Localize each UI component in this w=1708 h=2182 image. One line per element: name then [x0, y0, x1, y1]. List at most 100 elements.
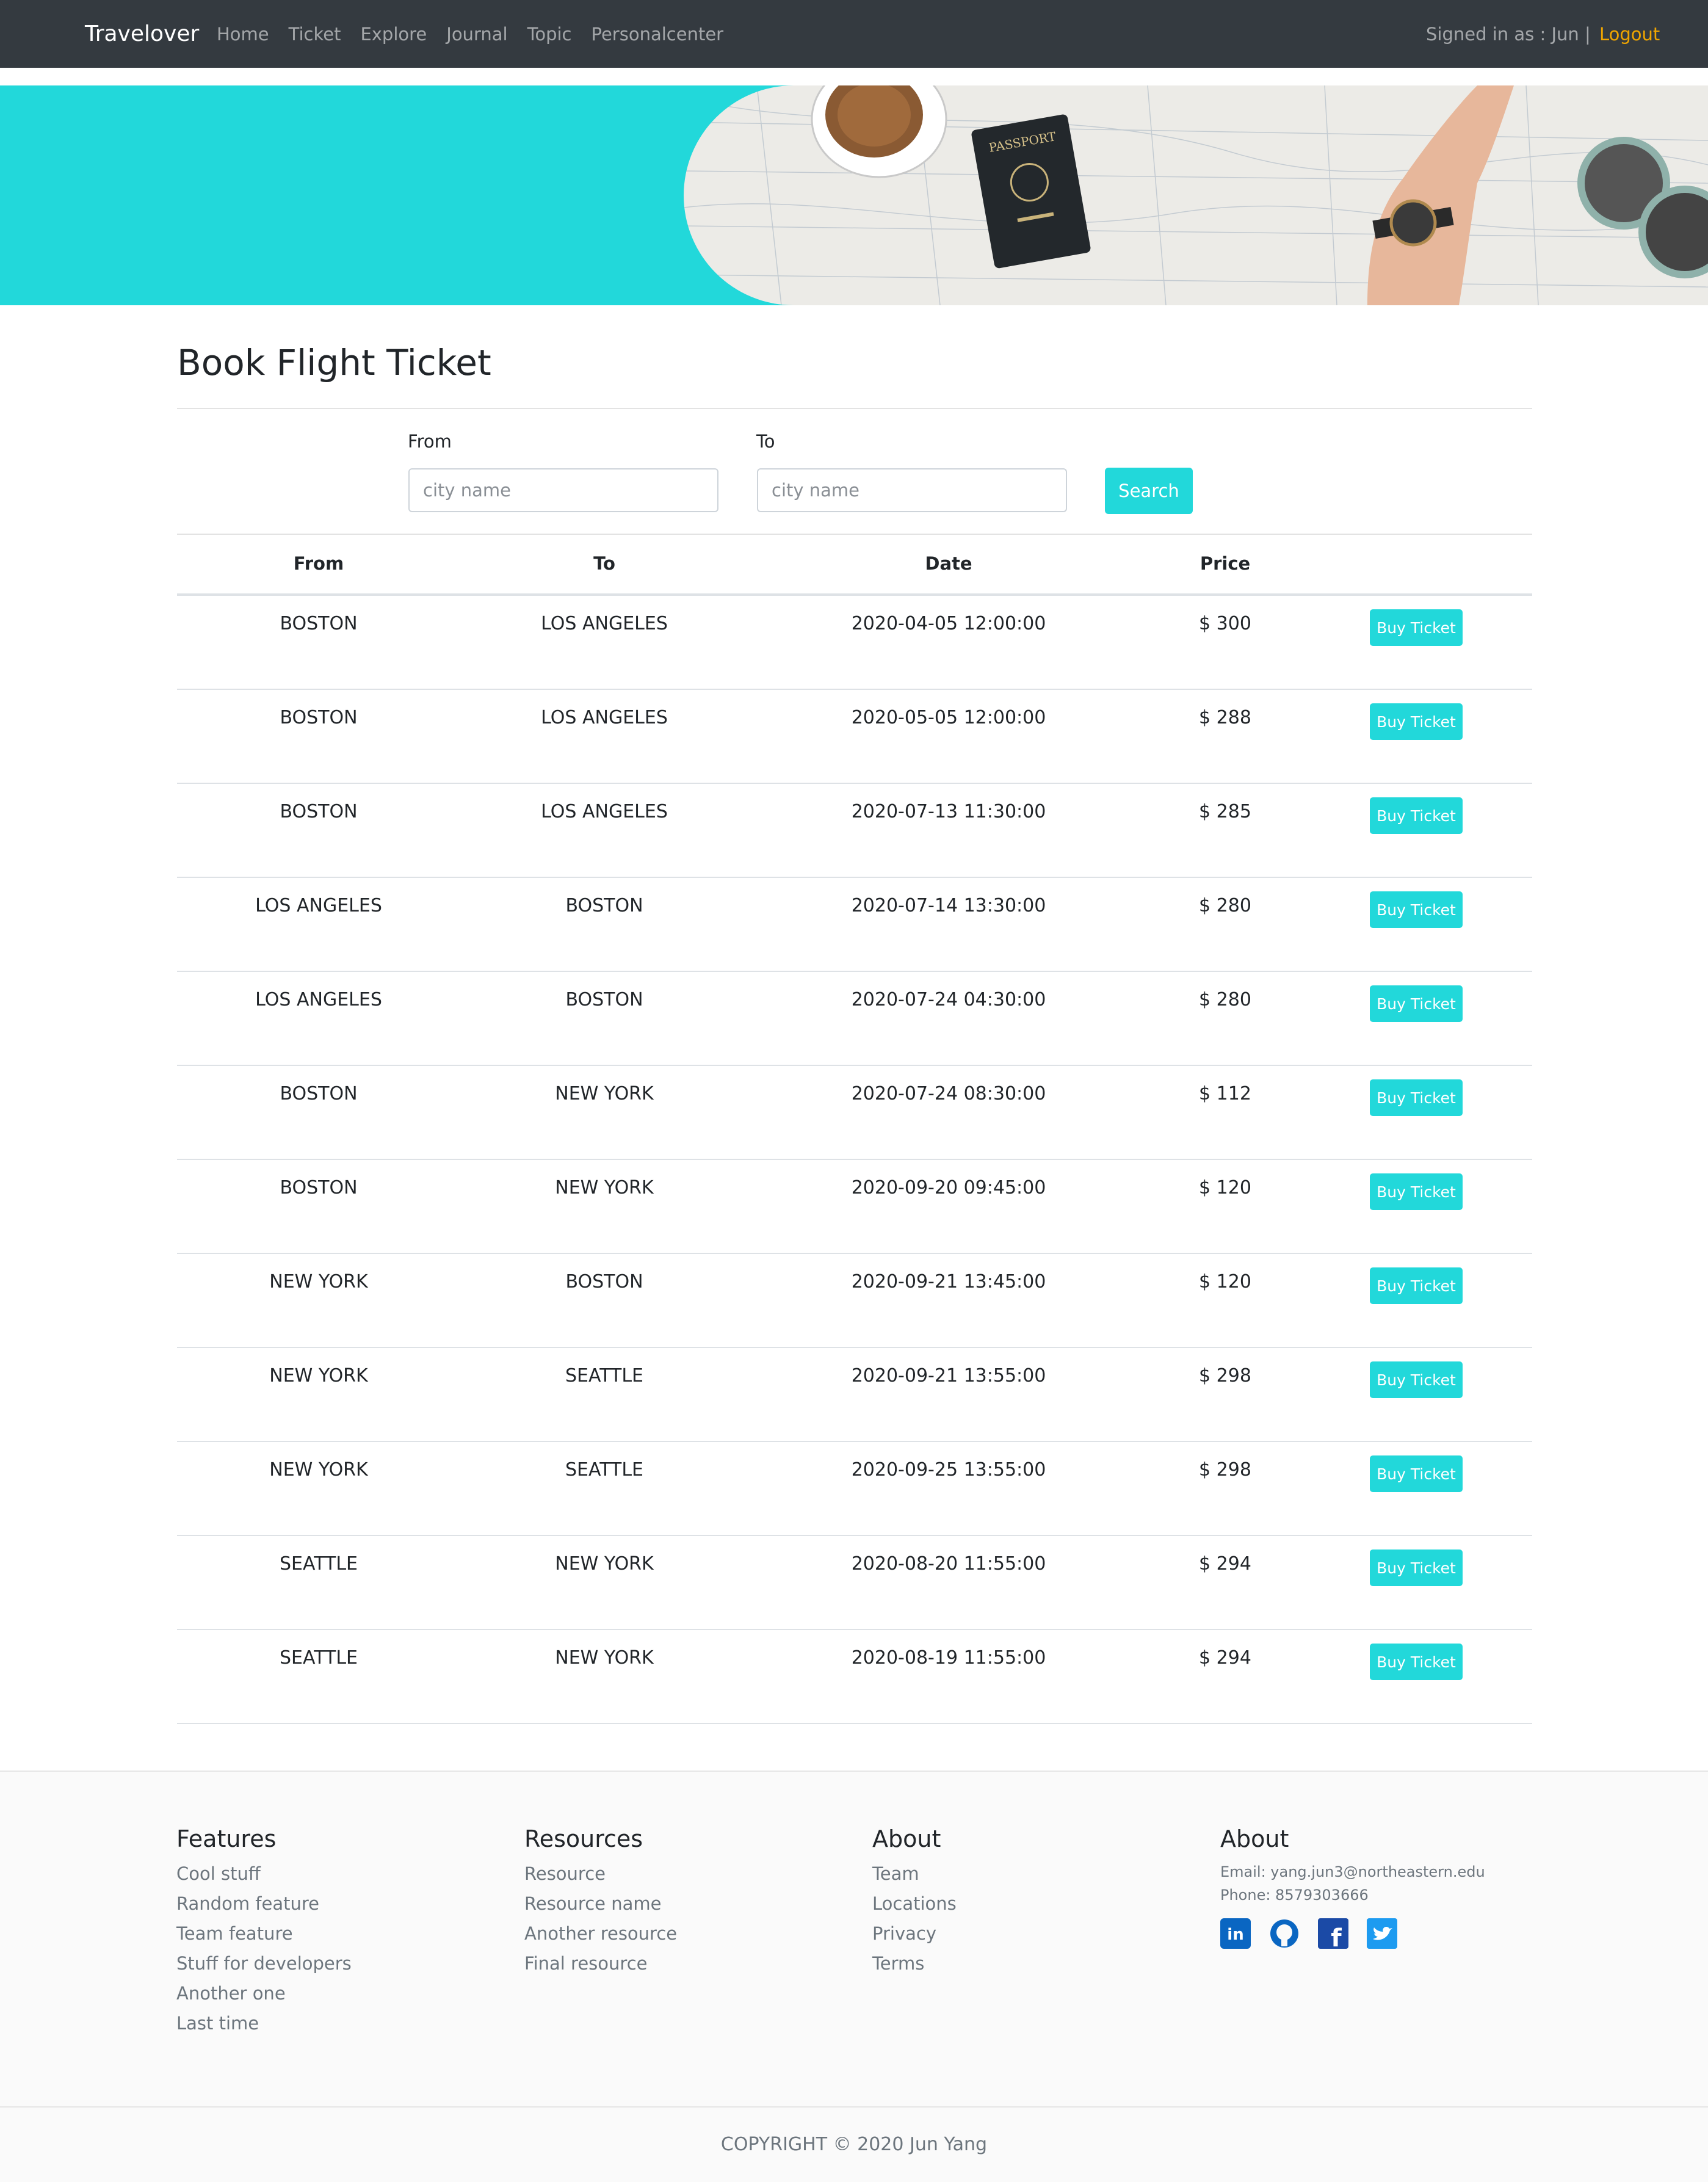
footer-link[interactable]: Resource name — [524, 1893, 677, 1914]
nav-link-ticket[interactable]: Ticket — [289, 24, 341, 45]
footer-link[interactable]: Another one — [176, 1983, 352, 2004]
hand-illustration — [1367, 85, 1514, 305]
nav-link-journal[interactable]: Journal — [446, 24, 507, 45]
cell-to: BOSTON — [565, 1271, 643, 1292]
cell-from: SEATTLE — [280, 1553, 358, 1575]
to-city-input[interactable] — [757, 468, 1067, 512]
header-to: To — [593, 553, 615, 574]
nav-link-topic[interactable]: Topic — [527, 24, 572, 45]
nav-link-personalcenter[interactable]: Personalcenter — [592, 24, 724, 45]
buy-ticket-button[interactable]: Buy Ticket — [1370, 703, 1463, 740]
footer-link[interactable]: Privacy — [872, 1923, 957, 1944]
footer-link[interactable]: Team — [872, 1863, 957, 1884]
table-row: NEW YORK SEATTLE 2020-09-25 13:55:00 $ 298 B… — [177, 1442, 1532, 1536]
to-label: To — [756, 431, 775, 452]
buy-ticket-button[interactable]: Buy Ticket — [1370, 985, 1463, 1022]
buy-ticket-button[interactable]: Buy Ticket — [1370, 1644, 1463, 1680]
hero-banner: PASSPORT — [0, 85, 1708, 305]
buy-ticket-button[interactable]: Buy Ticket — [1370, 1079, 1463, 1116]
flights-table: From To Date Price BOSTON LOS ANGELES 2020… — [177, 535, 1532, 1724]
search-button[interactable]: Search — [1105, 468, 1193, 514]
facebook-icon[interactable]: f — [1318, 1918, 1348, 1952]
footer-features-title: Features — [176, 1825, 277, 1852]
cell-from: BOSTON — [280, 1083, 358, 1104]
cell-to: NEW YORK — [555, 1177, 654, 1198]
top-navbar: Travelover Home Ticket Explore Journal T… — [0, 0, 1708, 68]
banner-travel-image: PASSPORT — [684, 85, 1708, 305]
title-divider — [177, 408, 1532, 409]
footer-link[interactable]: Terms — [872, 1953, 957, 1974]
buy-ticket-button[interactable]: Buy Ticket — [1370, 1455, 1463, 1492]
cell-to: LOS ANGELES — [541, 613, 668, 634]
contact-phone: Phone: 8579303666 — [1220, 1887, 1369, 1904]
buy-ticket-button[interactable]: Buy Ticket — [1370, 1267, 1463, 1304]
cell-to: SEATTLE — [565, 1459, 643, 1481]
cell-price: $ 280 — [1199, 895, 1251, 916]
twitter-icon[interactable] — [1367, 1918, 1397, 1949]
header-date: Date — [925, 553, 972, 574]
table-row: BOSTON LOS ANGELES 2020-04-05 12:00:00 $ 30… — [177, 596, 1532, 690]
nav-link-explore[interactable]: Explore — [360, 24, 427, 45]
nav-link-home[interactable]: Home — [217, 24, 269, 45]
table-row: NEW YORK SEATTLE 2020-09-21 13:55:00 $ 298 B… — [177, 1348, 1532, 1442]
cell-price: $ 280 — [1199, 989, 1251, 1010]
logout-link[interactable]: Logout — [1599, 24, 1660, 45]
brand-logo[interactable]: Travelover — [85, 21, 199, 46]
cell-date: 2020-09-21 13:55:00 — [851, 1365, 1046, 1386]
footer-link[interactable]: Team feature — [176, 1923, 352, 1944]
buy-ticket-button[interactable]: Buy Ticket — [1370, 609, 1463, 646]
passport-illustration: PASSPORT — [971, 114, 1091, 269]
cell-date: 2020-09-20 09:45:00 — [851, 1177, 1046, 1198]
cell-to: BOSTON — [565, 895, 643, 916]
footer-link[interactable]: Random feature — [176, 1893, 352, 1914]
cell-price: $ 300 — [1199, 613, 1251, 634]
header-from: From — [293, 553, 344, 574]
cell-price: $ 120 — [1199, 1177, 1251, 1198]
from-city-input[interactable] — [408, 468, 718, 512]
cell-to: NEW YORK — [555, 1553, 654, 1575]
buy-ticket-button[interactable]: Buy Ticket — [1370, 891, 1463, 928]
nav-links: Home Ticket Explore Journal Topic Person… — [217, 24, 743, 45]
footer-link[interactable]: Resource — [524, 1863, 677, 1884]
table-row: BOSTON NEW YORK 2020-07-24 08:30:00 $ 112 Bu… — [177, 1066, 1532, 1160]
cell-date: 2020-07-14 13:30:00 — [851, 895, 1046, 916]
cell-from: BOSTON — [280, 613, 358, 634]
cell-date: 2020-07-24 04:30:00 — [851, 989, 1046, 1010]
cell-price: $ 294 — [1199, 1647, 1251, 1669]
buy-ticket-button[interactable]: Buy Ticket — [1370, 1550, 1463, 1586]
table-header: From To Date Price — [177, 535, 1532, 596]
cell-date: 2020-07-24 08:30:00 — [851, 1083, 1046, 1104]
footer-link[interactable]: Locations — [872, 1893, 957, 1914]
table-row: BOSTON LOS ANGELES 2020-05-05 12:00:00 $ 28… — [177, 690, 1532, 784]
table-row: SEATTLE NEW YORK 2020-08-20 11:55:00 $ 294 B… — [177, 1536, 1532, 1630]
footer-link[interactable]: Final resource — [524, 1953, 677, 1974]
cell-date: 2020-09-21 13:45:00 — [851, 1271, 1046, 1292]
footer-link[interactable]: Another resource — [524, 1923, 677, 1944]
cell-from: NEW YORK — [269, 1459, 368, 1481]
buy-ticket-button[interactable]: Buy Ticket — [1370, 1361, 1463, 1398]
cell-date: 2020-09-25 13:55:00 — [851, 1459, 1046, 1481]
buy-ticket-button[interactable]: Buy Ticket — [1370, 1173, 1463, 1210]
header-price: Price — [1200, 553, 1251, 574]
footer-link[interactable]: Stuff for developers — [176, 1953, 352, 1974]
buy-ticket-button[interactable]: Buy Ticket — [1370, 797, 1463, 834]
footer-link[interactable]: Cool stuff — [176, 1863, 352, 1884]
footer-about: About Team Locations Privacy Terms — [872, 1825, 957, 1983]
linkedin-icon[interactable]: in — [1220, 1918, 1251, 1949]
cell-from: SEATTLE — [280, 1647, 358, 1669]
cell-from: BOSTON — [280, 707, 358, 728]
cell-to: SEATTLE — [565, 1365, 643, 1386]
contact-email: Email: yang.jun3@northeastern.edu — [1220, 1863, 1485, 1880]
cell-to: NEW YORK — [555, 1083, 654, 1104]
cell-to: LOS ANGELES — [541, 801, 668, 822]
github-icon[interactable] — [1269, 1918, 1300, 1949]
table-row: SEATTLE NEW YORK 2020-08-19 11:55:00 $ 294 B… — [177, 1630, 1532, 1724]
cell-price: $ 288 — [1199, 707, 1251, 728]
from-label: From — [408, 431, 452, 452]
cell-date: 2020-08-20 11:55:00 — [851, 1553, 1046, 1575]
cell-from: BOSTON — [280, 1177, 358, 1198]
cell-date: 2020-08-19 11:55:00 — [851, 1647, 1046, 1669]
footer-link[interactable]: Last time — [176, 2013, 352, 2034]
table-row: LOS ANGELES BOSTON 2020-07-14 13:30:00 $ 28… — [177, 878, 1532, 972]
table-row: BOSTON LOS ANGELES 2020-07-13 11:30:00 $ 28… — [177, 784, 1532, 878]
